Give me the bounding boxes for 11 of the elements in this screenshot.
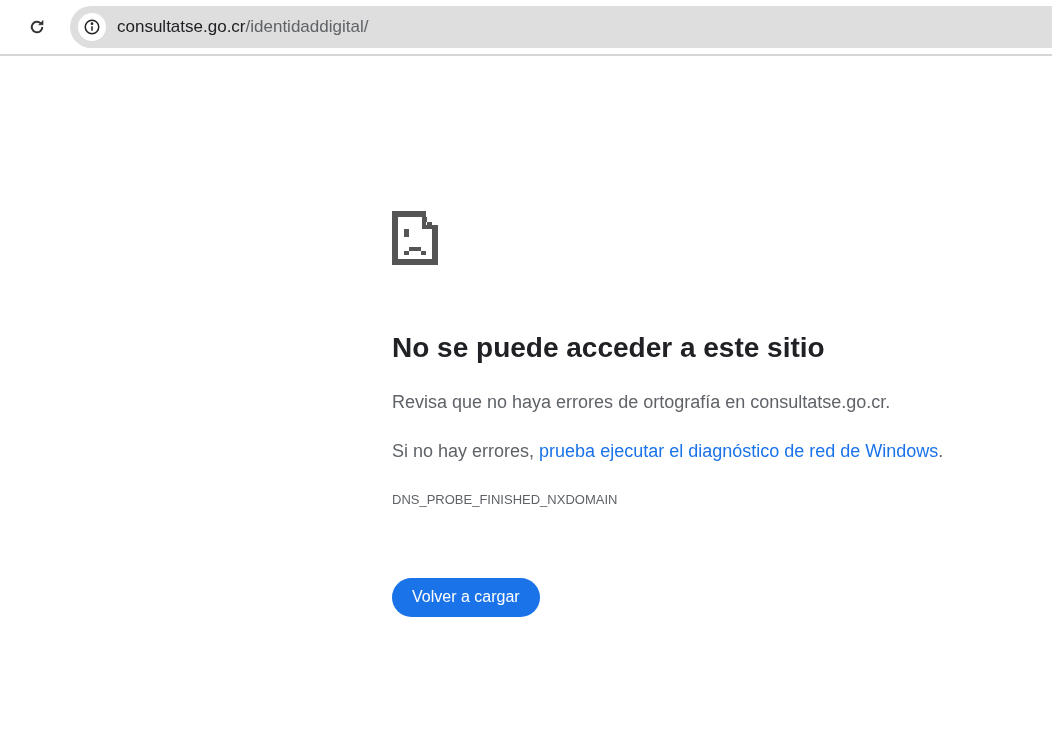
- url-text[interactable]: consultatse.go.cr/identidaddigital/: [117, 14, 369, 40]
- error-code: DNS_PROBE_FINISHED_NXDOMAIN: [392, 491, 618, 509]
- spelling-hint: Revisa que no haya errores de ortografía en consultatse.go.cr.: [392, 391, 891, 414]
- sad-page-icon: [392, 211, 438, 265]
- site-info-icon[interactable]: [78, 13, 106, 41]
- reload-button[interactable]: Volver a cargar: [392, 577, 540, 617]
- address-bar[interactable]: consultatse.go.cr/identidaddigital/: [70, 6, 1052, 48]
- diagnostic-link[interactable]: prueba ejecutar el diagnóstico de red de Windows: [539, 441, 939, 461]
- error-title: No se puede acceder a este sitio: [392, 331, 825, 365]
- reload-icon[interactable]: [28, 18, 46, 36]
- diagnostic-suggestion: Si no hay errores, prueba ejecutar el diagnóstico de red de Windows.: [392, 440, 944, 463]
